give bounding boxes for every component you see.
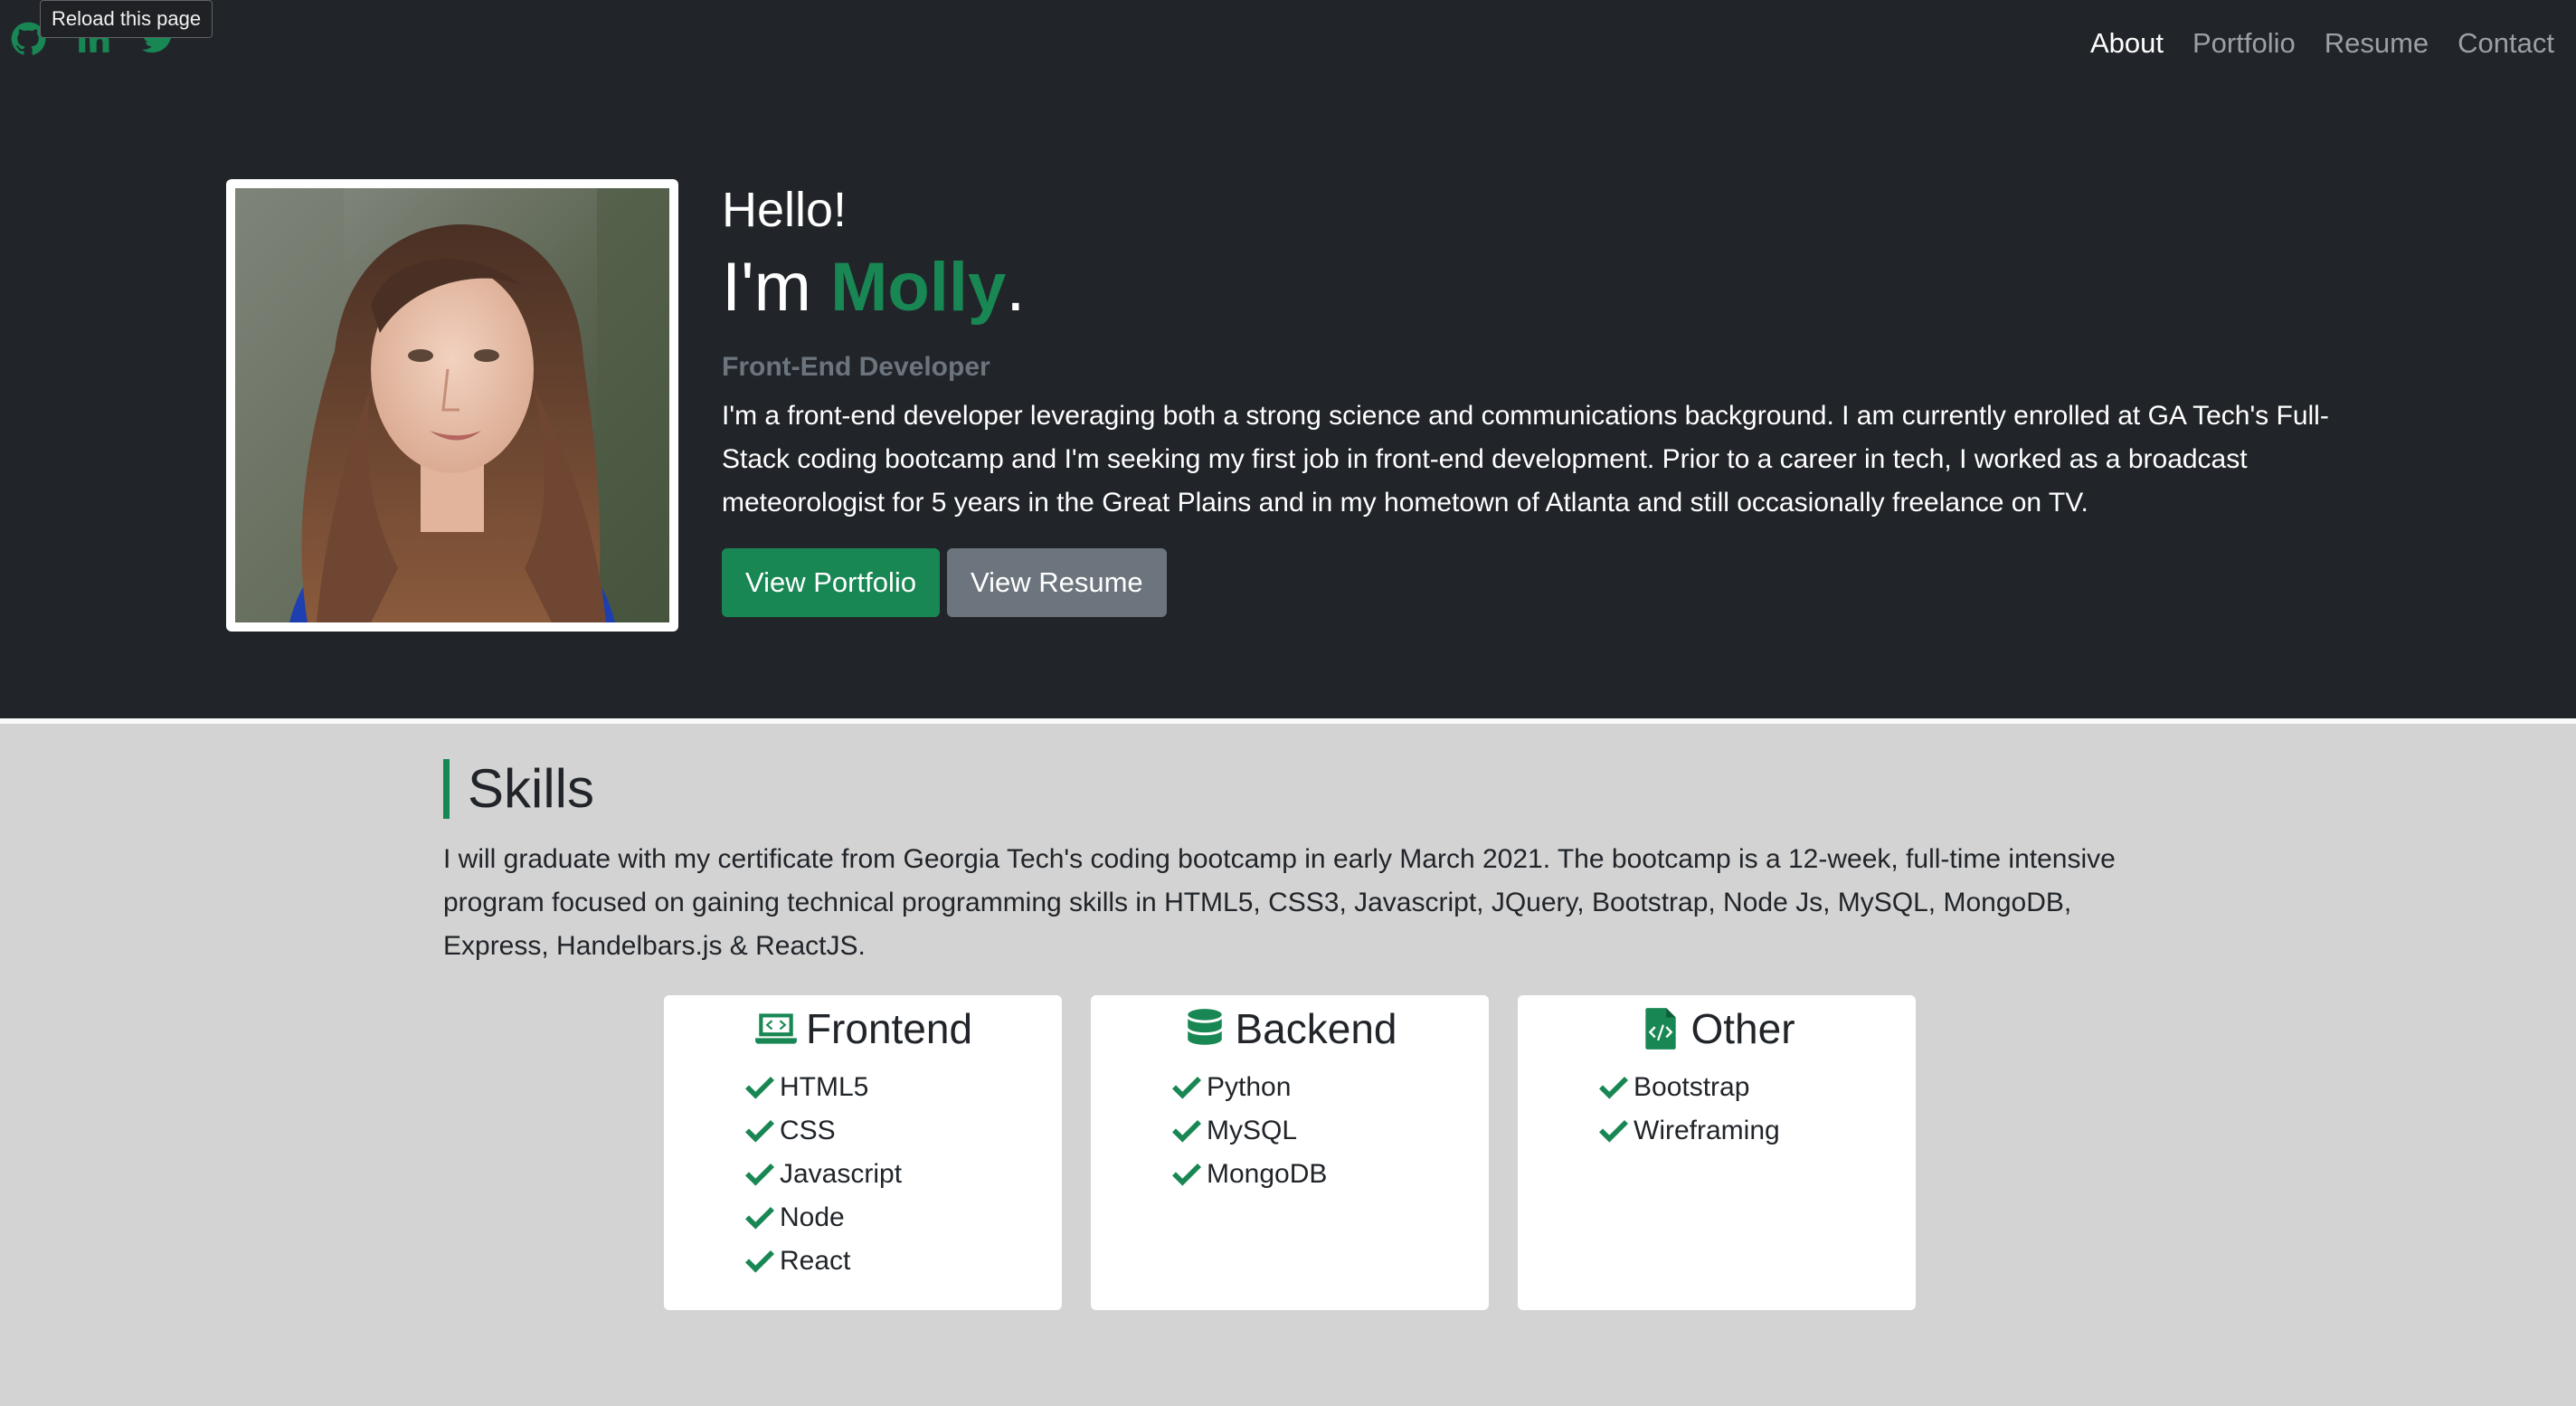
reload-tooltip: Reload this page <box>40 0 213 38</box>
skill-item: Python <box>1172 1066 1489 1109</box>
check-icon <box>745 1250 774 1273</box>
nav-about[interactable]: About <box>2090 25 2164 62</box>
main-nav: About Portfolio Resume Contact <box>2090 25 2554 62</box>
skill-item: CSS <box>745 1109 1062 1153</box>
skill-card-frontend: Frontend HTML5 CSS Javascript Node React <box>664 995 1062 1310</box>
hero-buttons: View Portfolio View Resume <box>722 548 2350 617</box>
check-icon <box>1172 1077 1201 1099</box>
skill-item: HTML5 <box>745 1066 1062 1109</box>
greeting: Hello! <box>722 183 848 237</box>
card-title: Other <box>1690 1005 1795 1052</box>
nav-contact[interactable]: Contact <box>2458 25 2554 62</box>
skill-list: Bootstrap Wireframing <box>1518 1066 1916 1153</box>
nav-resume[interactable]: Resume <box>2325 25 2429 62</box>
check-icon <box>745 1120 774 1143</box>
skill-item: MongoDB <box>1172 1153 1489 1196</box>
heading-accent-bar <box>443 759 450 819</box>
intro: Hello! I'm Molly. Front-End Developer I'… <box>722 177 2350 617</box>
profile-photo <box>235 188 669 622</box>
section-divider <box>0 718 2576 724</box>
view-portfolio-button[interactable]: View Portfolio <box>722 548 940 617</box>
headline-suffix: . <box>1006 249 1026 326</box>
headline-name: Molly <box>830 249 1007 326</box>
view-resume-button[interactable]: View Resume <box>946 548 1167 617</box>
skill-label: Javascript <box>780 1159 903 1189</box>
skill-label: MongoDB <box>1207 1159 1328 1189</box>
laptop-code-icon <box>755 1013 797 1044</box>
skill-card-other: Other Bootstrap Wireframing <box>1518 995 1916 1310</box>
skill-item: Node <box>745 1196 1062 1240</box>
skill-item: MySQL <box>1172 1109 1489 1153</box>
skills-description: I will graduate with my certificate from… <box>443 844 2116 961</box>
skill-item: React <box>745 1240 1062 1283</box>
skill-label: HTML5 <box>780 1072 869 1102</box>
skill-label: Wireframing <box>1634 1116 1780 1145</box>
profile-photo-frame <box>226 179 678 632</box>
nav-portfolio[interactable]: Portfolio <box>2192 25 2296 62</box>
skill-label: CSS <box>780 1116 836 1145</box>
hero-section: Reload this page About Portfolio Resume … <box>0 0 2576 718</box>
check-icon <box>745 1164 774 1186</box>
bio-text: I'm a front-end developer leveraging bot… <box>722 401 2329 518</box>
skill-label: React <box>780 1246 851 1276</box>
skills-title: Skills <box>468 758 595 819</box>
skill-item: Javascript <box>745 1153 1062 1196</box>
skill-list: Python MySQL MongoDB <box>1091 1066 1489 1196</box>
job-title: Front-End Developer <box>722 352 990 382</box>
skill-label: MySQL <box>1207 1116 1298 1145</box>
file-code-icon <box>1645 1008 1677 1050</box>
database-icon <box>1188 1009 1223 1045</box>
skill-list: HTML5 CSS Javascript Node React <box>664 1066 1062 1283</box>
headline: I'm Molly. <box>722 244 2350 331</box>
check-icon <box>745 1077 774 1099</box>
skill-label: Node <box>780 1202 845 1232</box>
check-icon <box>1172 1120 1201 1143</box>
check-icon <box>1599 1077 1628 1099</box>
skills-heading: Skills <box>443 756 594 822</box>
check-icon <box>1172 1164 1201 1186</box>
check-icon <box>1599 1120 1628 1143</box>
headline-prefix: I'm <box>722 249 831 326</box>
check-icon <box>745 1207 774 1230</box>
card-title: Frontend <box>805 1005 973 1052</box>
skill-item: Bootstrap <box>1599 1066 1916 1109</box>
skill-label: Python <box>1207 1072 1292 1102</box>
skill-item: Wireframing <box>1599 1109 1916 1153</box>
card-header: Backend <box>1091 999 1489 1059</box>
skill-card-backend: Backend Python MySQL MongoDB <box>1091 995 1489 1310</box>
card-header: Frontend <box>664 999 1062 1059</box>
skill-label: Bootstrap <box>1634 1072 1750 1102</box>
card-header: Other <box>1518 999 1916 1059</box>
card-title: Backend <box>1235 1005 1397 1052</box>
